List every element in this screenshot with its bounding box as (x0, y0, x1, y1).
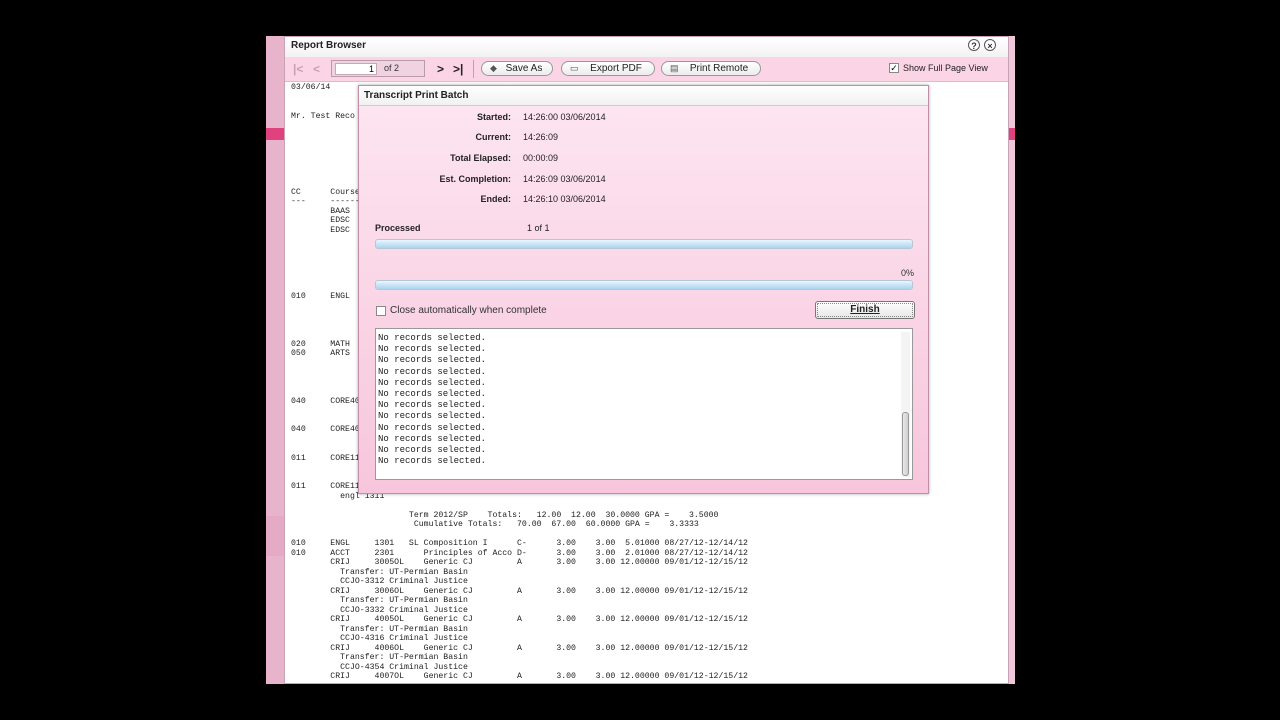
log-line: No records selected. (378, 433, 487, 444)
processed-count: 1 of 1 (527, 223, 550, 233)
log-line: No records selected. (378, 333, 487, 343)
log-output[interactable]: No records selected. No records selected.… (375, 328, 913, 480)
item-progress-bar (375, 280, 913, 290)
est-completion-value: 14:26:09 03/06/2014 (523, 174, 606, 184)
log-line: No records selected. (378, 389, 487, 400)
log-line: No records selected. (378, 411, 487, 422)
log-line: No records selected. (378, 377, 487, 388)
log-line: No records selected. (378, 400, 487, 411)
total-elapsed-value: 00:00:09 (523, 153, 559, 163)
page-selector: 1 of 2 (331, 60, 425, 77)
percent-text: 0% (900, 268, 914, 278)
processed-label: Processed (375, 223, 421, 233)
report-browser-titlebar: Report Browser ? × (285, 37, 1008, 57)
close-automatically-label: Close automatically when complete (390, 305, 547, 316)
ended-label: Ended: (480, 194, 512, 204)
report-browser-title: Report Browser (291, 40, 367, 51)
page-number-input[interactable]: 1 (335, 63, 377, 75)
report-toolbar: |< < 1 of 2 > >| ◆ Save As ▭ Export PDF … (285, 57, 1008, 82)
print-remote-label: Print Remote (689, 63, 749, 74)
log-line: No records selected. (378, 344, 487, 355)
export-pdf-label: Export PDF (590, 63, 642, 74)
help-icon[interactable]: ? (968, 39, 980, 51)
started-value: 14:26:00 03/06/2014 (523, 112, 606, 122)
last-page-icon[interactable]: >| (453, 62, 463, 76)
log-line: No records selected. (378, 366, 487, 377)
show-full-page-label: Show Full Page View (903, 63, 988, 73)
close-automatically-checkbox[interactable] (376, 306, 386, 316)
log-line: No records selected. (378, 456, 487, 467)
ended-value: 14:26:10 03/06/2014 (523, 194, 606, 204)
export-pdf-button[interactable]: ▭ Export PDF (561, 61, 655, 76)
log-lines: No records selected. No records selected.… (376, 333, 486, 467)
log-line: No records selected. (378, 445, 487, 456)
left-accent (266, 128, 286, 140)
page-count: of 2 (384, 63, 400, 73)
next-page-icon[interactable]: > (437, 62, 444, 76)
show-full-page-checkbox[interactable]: ✓ (889, 63, 899, 73)
toolbar-separator (473, 60, 474, 78)
prev-page-icon[interactable]: < (313, 62, 320, 76)
current-value: 14:26:09 (523, 132, 559, 142)
processed-progress-bar (375, 239, 913, 249)
dialog-titlebar: Transcript Print Batch (359, 86, 928, 106)
save-as-button[interactable]: ◆ Save As (481, 61, 553, 76)
total-elapsed-label: Total Elapsed: (450, 153, 511, 163)
started-label: Started: (476, 112, 511, 122)
close-icon[interactable]: × (984, 39, 996, 51)
est-completion-label: Est. Completion: (439, 174, 512, 184)
log-line: No records selected. (378, 355, 487, 366)
processed-progress-fill (376, 240, 912, 248)
dialog-title: Transcript Print Batch (364, 90, 469, 101)
log-scrollbar[interactable] (901, 332, 910, 477)
save-as-label: Save As (505, 63, 543, 74)
first-page-icon[interactable]: |< (293, 62, 303, 76)
current-label: Current: (475, 132, 512, 142)
log-line: No records selected. (378, 422, 487, 433)
log-scrollbar-thumb[interactable] (902, 412, 909, 476)
print-remote-button[interactable]: ▤ Print Remote (661, 61, 761, 76)
left-accent-lower (266, 516, 286, 556)
item-progress-fill (376, 281, 912, 289)
finish-button[interactable]: Finish (815, 301, 915, 319)
transcript-print-batch-dialog: Transcript Print Batch Started: 14:26:00… (358, 85, 929, 494)
